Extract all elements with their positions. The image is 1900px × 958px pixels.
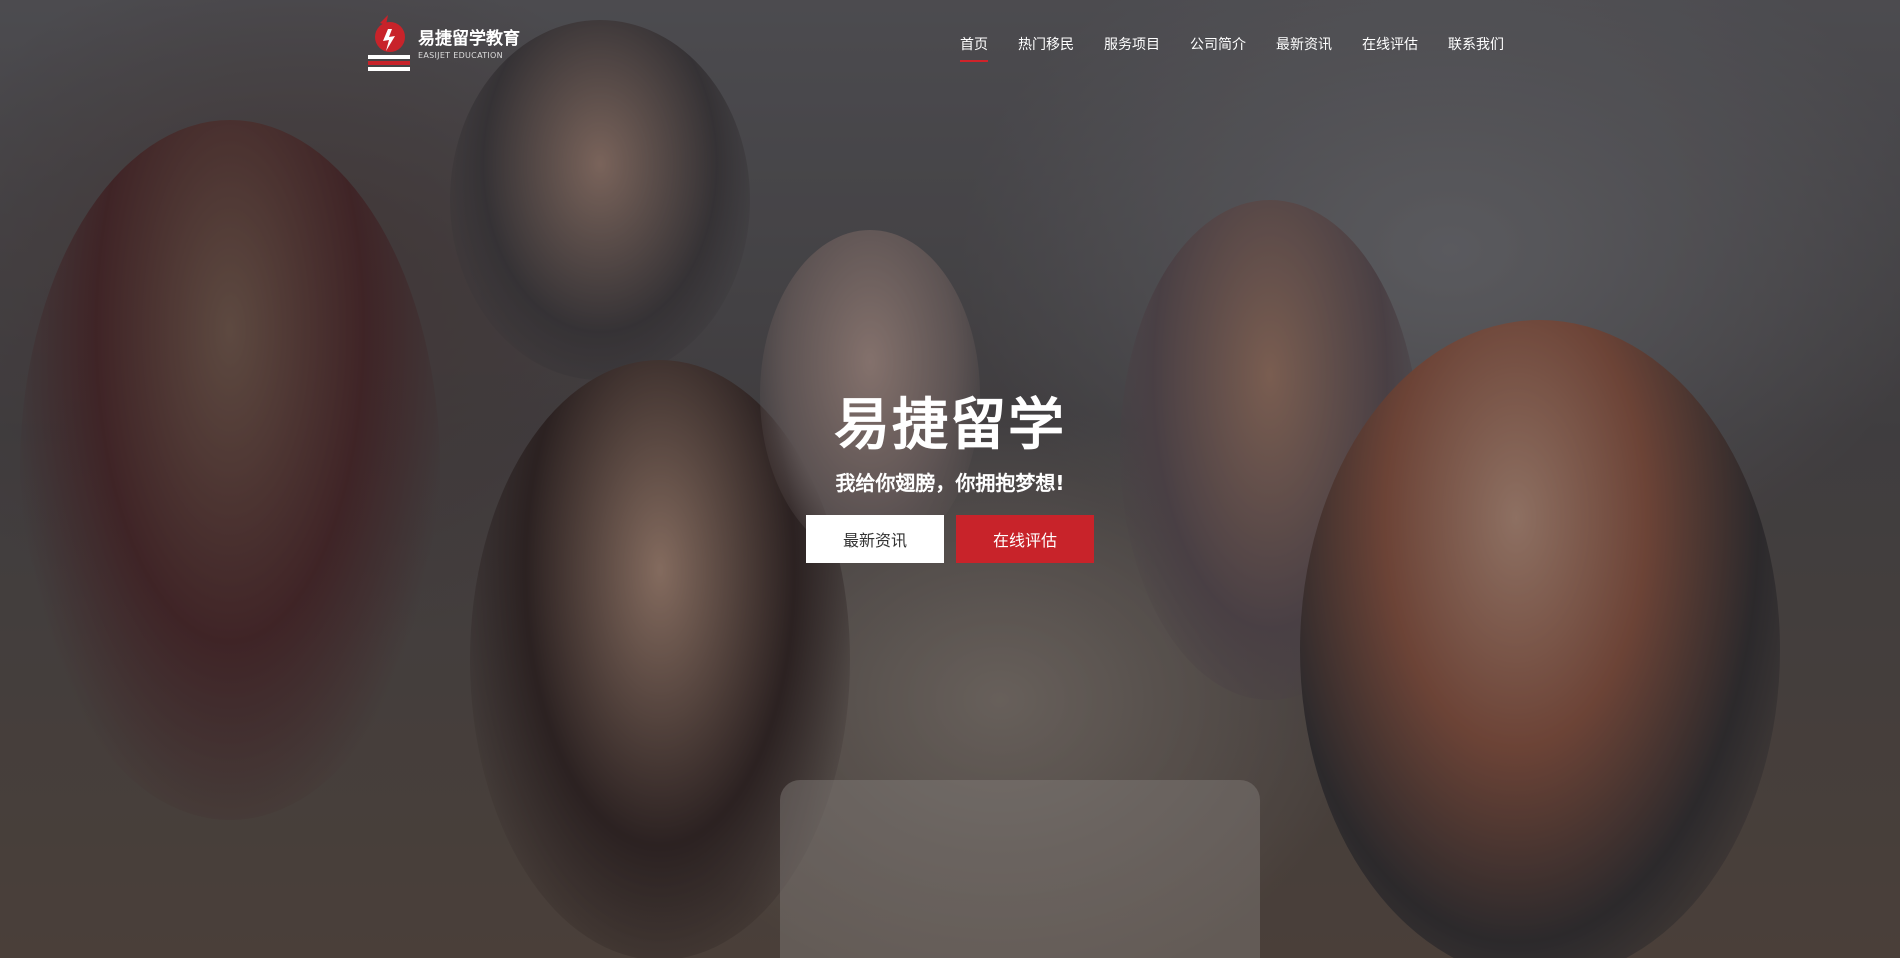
nav-item-news[interactable]: 最新资讯 (1276, 30, 1332, 60)
nav-item-services[interactable]: 服务项目 (1104, 30, 1160, 60)
nav-item-about[interactable]: 公司简介 (1190, 30, 1246, 60)
news-button[interactable]: 最新资讯 (806, 515, 944, 563)
nav-item-home[interactable]: 首页 (960, 30, 988, 62)
site-logo[interactable]: 易捷留学教育 EASIJET EDUCATION (366, 10, 526, 74)
hero-title: 易捷留学 (834, 393, 1066, 458)
logo-mark-icon (366, 11, 412, 73)
nav-item-contact[interactable]: 联系我们 (1448, 30, 1504, 60)
nav-item-assessment[interactable]: 在线评估 (1362, 30, 1418, 60)
main-nav: 首页 热门移民 服务项目 公司简介 最新资讯 在线评估 联系我们 (960, 30, 1534, 62)
logo-name-cn: 易捷留学教育 (418, 29, 520, 49)
logo-name-en: EASIJET EDUCATION (418, 51, 503, 60)
assessment-button[interactable]: 在线评估 (956, 515, 1094, 563)
nav-item-immigration[interactable]: 热门移民 (1018, 30, 1074, 60)
hero-content: 易捷留学 我给你翅膀，你拥抱梦想! 最新资讯 在线评估 (0, 392, 1900, 563)
hero-subtitle: 我给你翅膀，你拥抱梦想! (835, 471, 1065, 495)
